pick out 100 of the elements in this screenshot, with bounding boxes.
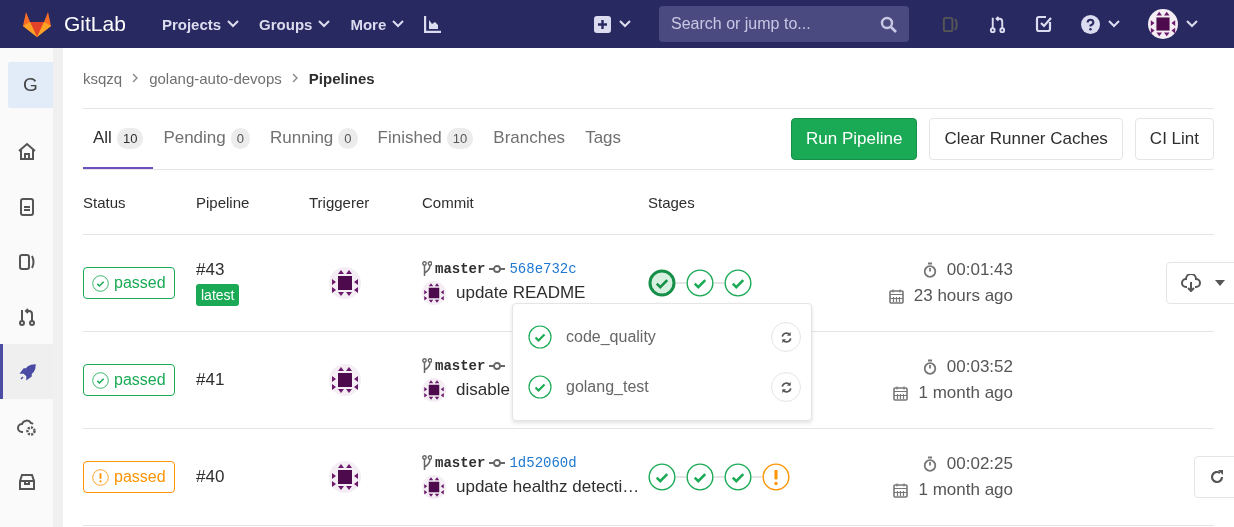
check-circle-icon	[528, 325, 552, 349]
toolbar-button[interactable]: CI Lint	[1134, 118, 1214, 160]
passed-stage-icon[interactable]	[648, 269, 676, 297]
scrollbar[interactable]	[53, 48, 63, 527]
search-icon	[880, 16, 897, 33]
filter-tab[interactable]: All 10	[83, 109, 154, 169]
branch-icon	[422, 261, 432, 277]
author-avatar	[422, 281, 446, 305]
breadcrumb-link[interactable]: ksqzq	[83, 69, 123, 87]
chart-icon[interactable]	[424, 15, 443, 33]
commit-message-link[interactable]: disable	[456, 380, 510, 400]
search-field[interactable]: Search or jump to...	[659, 6, 909, 42]
fox-logo-icon[interactable]	[22, 10, 52, 38]
timer-icon	[922, 359, 937, 375]
branch-icon	[422, 455, 432, 471]
latest-badge: latest	[196, 284, 240, 306]
branch-link[interactable]: master	[435, 358, 486, 374]
commit-message-link[interactable]: update healthz detecti…	[456, 477, 640, 497]
user-avatar	[1148, 9, 1178, 39]
calendar-icon	[893, 385, 909, 401]
branch-link[interactable]: master	[435, 455, 486, 471]
commit-message-link[interactable]: update README	[456, 283, 586, 303]
chevron-right-icon	[291, 73, 299, 83]
package-icon	[16, 471, 37, 492]
filter-tab[interactable]: Running 0	[260, 109, 368, 169]
duration-text: 00:01:43	[946, 260, 1013, 280]
author-avatar	[422, 475, 446, 499]
column-header: Commit	[422, 193, 474, 211]
passed-stage-icon[interactable]	[686, 463, 714, 491]
filter-tab[interactable]: Branches	[483, 109, 576, 169]
count-badge: 10	[116, 127, 144, 149]
check-circle-icon	[528, 375, 552, 399]
merge-request-icon	[16, 306, 37, 327]
check-circle-icon	[92, 274, 109, 292]
triggerer-avatar	[329, 461, 361, 493]
commit-icon	[488, 458, 507, 468]
cloud-download-icon	[1181, 274, 1201, 292]
sidebar-item[interactable]	[0, 344, 53, 399]
filter-tab[interactable]: Pending 0	[153, 109, 260, 169]
download-button[interactable]	[1166, 262, 1234, 304]
duration-text: 00:03:52	[946, 357, 1013, 377]
commit-sha-link[interactable]: 1d52060d	[509, 455, 577, 471]
job-name[interactable]: code_quality	[566, 328, 757, 346]
passed-stage-icon[interactable]	[724, 269, 752, 297]
help-icon[interactable]	[1081, 14, 1100, 34]
column-header: Pipeline	[196, 193, 250, 211]
retry-button[interactable]	[1194, 456, 1234, 498]
triggerer-avatar	[329, 364, 361, 396]
caret-icon	[1215, 280, 1225, 286]
nav-menu[interactable]: More	[350, 15, 405, 33]
chevron-right-icon	[132, 73, 140, 83]
retry-job-button[interactable]	[771, 322, 801, 352]
finished-time: 23 hours ago	[913, 286, 1013, 306]
chevron-down-icon	[318, 20, 331, 28]
retry-icon	[779, 330, 793, 344]
passed-stage-icon[interactable]	[648, 463, 676, 491]
commit-icon	[488, 264, 507, 274]
retry-icon	[779, 380, 793, 394]
triggerer-avatar	[329, 267, 361, 299]
checkbox-icon[interactable]	[1035, 15, 1053, 33]
count-badge: 0	[338, 127, 358, 149]
filter-tab[interactable]: Finished 10	[367, 109, 484, 169]
chevron-down-icon	[1186, 20, 1198, 28]
count-badge: 0	[230, 127, 250, 149]
retry-icon	[1209, 469, 1225, 485]
branch-link[interactable]: master	[435, 261, 486, 277]
home-icon	[16, 141, 37, 162]
timer-icon	[922, 456, 937, 472]
commit-sha-link[interactable]: 568e732c	[509, 261, 577, 277]
pipeline-link[interactable]: #41	[196, 370, 225, 390]
warning-icon	[92, 468, 109, 486]
chevron-down-icon	[619, 20, 631, 28]
retry-job-button[interactable]	[771, 372, 801, 402]
duration-text: 00:02:25	[946, 454, 1013, 474]
calendar-icon	[893, 482, 909, 498]
check-circle-icon	[92, 371, 109, 389]
finished-time: 1 month ago	[918, 383, 1013, 403]
toolbar-button[interactable]: Clear Runner Caches	[929, 118, 1123, 160]
branch-icon	[422, 358, 432, 374]
calendar-icon	[888, 288, 904, 304]
author-avatar	[422, 378, 446, 402]
brand-name[interactable]: GitLab	[64, 12, 126, 36]
column-header: Triggerer	[309, 193, 370, 211]
job-name[interactable]: golang_test	[566, 378, 757, 396]
pipeline-link[interactable]: #40	[196, 467, 225, 487]
merge-request-icon[interactable]	[988, 14, 1007, 34]
finished-time: 1 month ago	[918, 480, 1013, 500]
plus-icon[interactable]	[594, 15, 611, 33]
chevron-down-icon	[392, 20, 405, 28]
project-avatar[interactable]: G	[8, 62, 53, 108]
filter-tab[interactable]: Tags	[575, 109, 632, 169]
breadcrumb-link[interactable]: Pipelines	[308, 69, 375, 87]
breadcrumb-link[interactable]: golang-auto-devops	[149, 69, 282, 87]
passed-stage-icon[interactable]	[724, 463, 752, 491]
nav-menu[interactable]: Groups	[259, 15, 331, 33]
column-header: Stages	[648, 193, 695, 211]
chevron-down-icon	[227, 20, 240, 28]
passed-stage-icon[interactable]	[686, 269, 714, 297]
nav-menu[interactable]: Projects	[161, 15, 240, 33]
pipeline-link[interactable]: #43	[196, 260, 225, 280]
